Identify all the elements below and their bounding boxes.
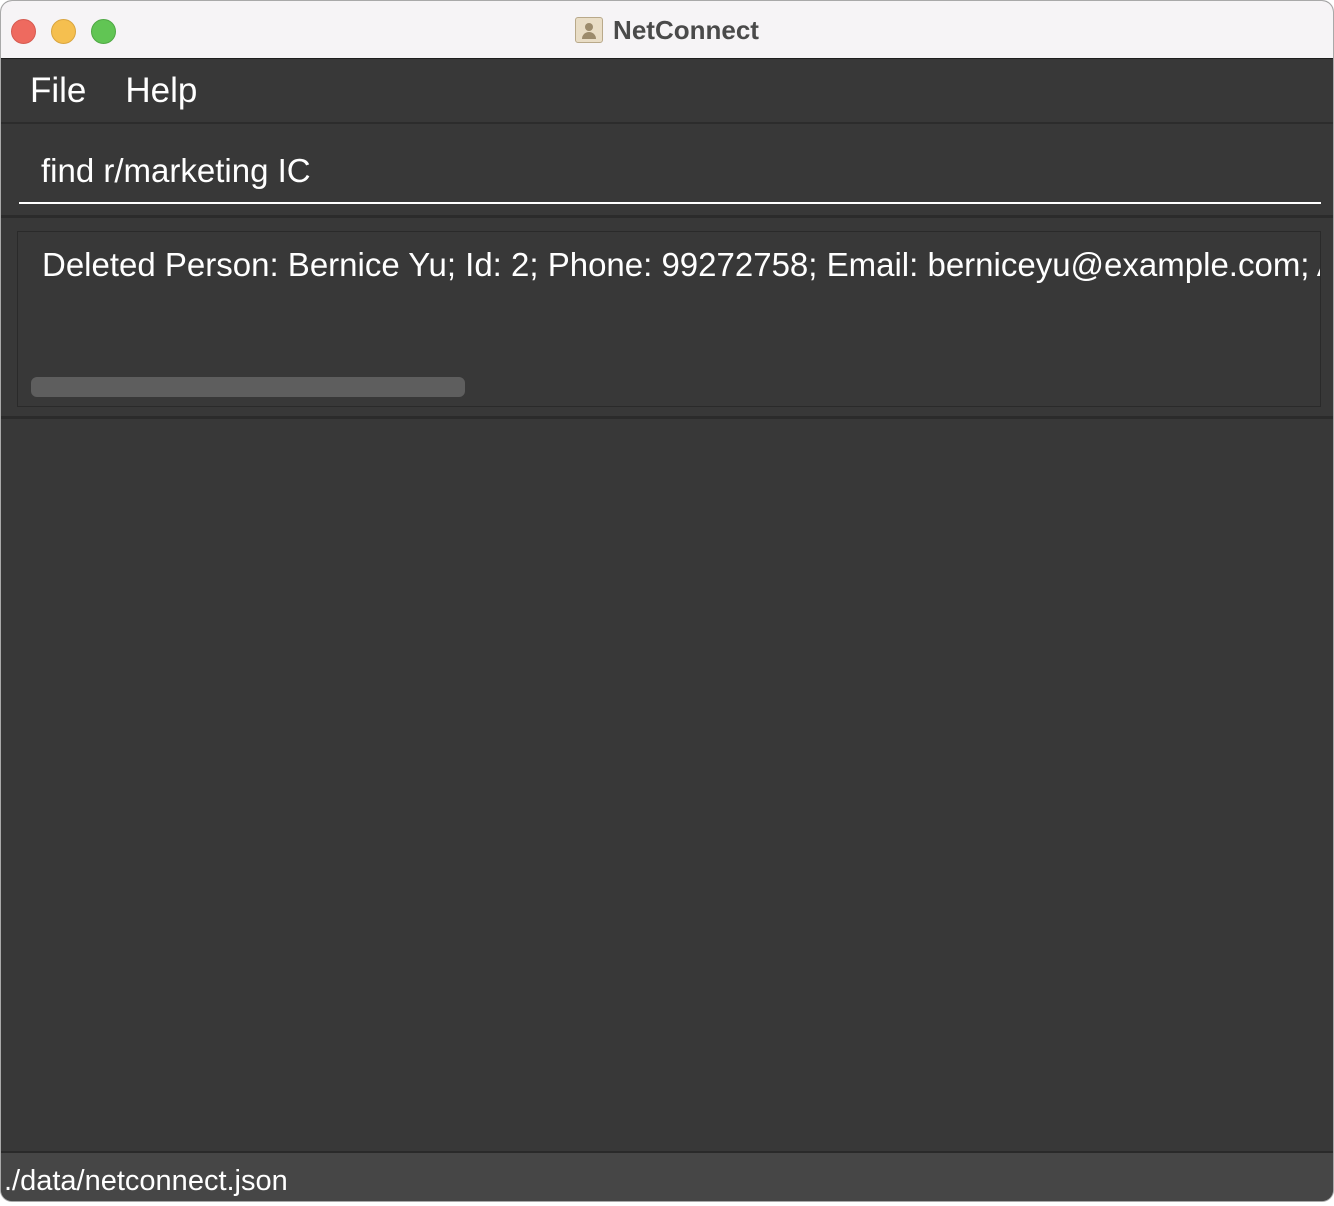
app-window: NetConnect File Help Deleted Person: Ber… [0,0,1334,1202]
contacts-app-icon [575,17,604,43]
menu-file[interactable]: File [30,71,86,111]
result-message: Deleted Person: Bernice Yu; Id: 2; Phone… [42,246,1321,283]
result-display[interactable]: Deleted Person: Bernice Yu; Id: 2; Phone… [17,231,1321,407]
person-list-panel[interactable] [1,422,1333,1150]
command-box-area [1,126,1333,218]
menu-help[interactable]: Help [125,71,197,111]
menu-bar: File Help [1,60,1333,124]
result-display-area: Deleted Person: Bernice Yu; Id: 2; Phone… [1,221,1333,419]
title-bar[interactable]: NetConnect [1,1,1333,59]
window-title: NetConnect [613,14,759,45]
title-group: NetConnect [1,1,1333,59]
save-location-path: ./data/netconnect.json [4,1165,288,1197]
command-input[interactable] [19,140,1321,204]
horizontal-scrollbar[interactable] [31,377,465,397]
status-bar: ./data/netconnect.json [1,1151,1333,1201]
